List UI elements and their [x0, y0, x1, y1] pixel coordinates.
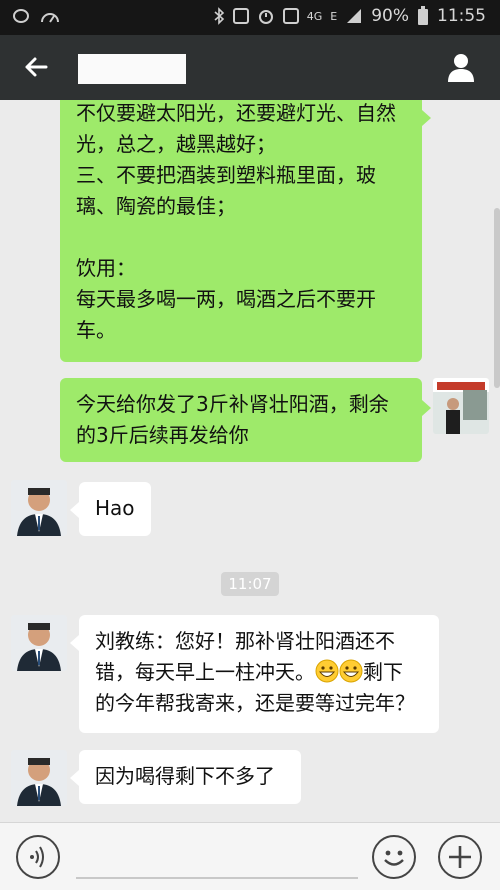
chat-header — [0, 35, 500, 100]
voice-button[interactable] — [16, 835, 60, 879]
signal-type: E — [330, 9, 338, 23]
sim-icon — [282, 8, 299, 24]
speedometer-icon — [41, 13, 59, 23]
person-icon[interactable] — [444, 50, 478, 84]
message-bubble-sent[interactable]: 今天给你发了3斤补肾壮阳酒，剩余 的3斤后续再发给你 — [60, 378, 431, 462]
emoji-button[interactable] — [372, 835, 416, 879]
status-right-icons: 4G E 90% 11:55 — [213, 6, 486, 26]
timestamp: 11:07 — [221, 572, 279, 596]
avatar-contact-image — [11, 480, 67, 536]
smiley-icon — [384, 850, 404, 866]
signal-icon — [347, 9, 362, 23]
message-bubble-sent[interactable]: 不仅要避太阳光，还要避灯光、自然 光，总之，越黑越好； 三、不要把酒装到塑料瓶里… — [60, 100, 431, 362]
message-bubble-received[interactable]: Hao — [70, 482, 151, 536]
avatar-contact[interactable] — [11, 615, 67, 671]
message-bubble-received[interactable]: 因为喝得剩下不多了 — [70, 750, 301, 804]
nfc-icon — [232, 8, 249, 24]
chat-title — [78, 54, 186, 84]
arrow-left-icon[interactable] — [20, 51, 52, 83]
chat-bubble-icon — [13, 9, 29, 23]
message-list: 不仅要避太阳光，还要避灯光、自然 光，总之，越黑越好； 三、不要把酒装到塑料瓶里… — [0, 100, 500, 822]
avatar-contact[interactable] — [11, 480, 67, 536]
alarm-icon — [258, 10, 273, 24]
status-bar: 4G E 90% 11:55 — [0, 0, 500, 35]
battery-icon — [418, 6, 428, 25]
input-bar — [0, 822, 500, 890]
avatar-contact-image — [11, 750, 67, 806]
avatar-contact[interactable] — [11, 750, 67, 806]
grinning-face-icon — [315, 659, 339, 683]
network-type: 4G — [306, 9, 323, 23]
clock: 11:55 — [437, 6, 486, 26]
message-input[interactable] — [76, 877, 358, 879]
bluetooth-icon — [214, 7, 224, 25]
battery-percent: 90% — [371, 6, 409, 26]
plus-button[interactable] — [438, 835, 482, 879]
avatar-contact-image — [11, 615, 67, 671]
status-left-icons — [12, 8, 60, 26]
message-bubble-received[interactable]: 刘教练：您好！那补肾壮阳酒还不 错，每天早上一柱冲天。 剩下 的今年帮我寄来，还是… — [70, 615, 439, 733]
voice-icon — [30, 846, 44, 868]
scrollbar[interactable] — [494, 208, 500, 388]
plus-icon — [449, 846, 471, 868]
grinning-face-icon — [339, 659, 363, 683]
avatar-self[interactable] — [433, 378, 489, 434]
avatar-self-image — [433, 378, 489, 434]
